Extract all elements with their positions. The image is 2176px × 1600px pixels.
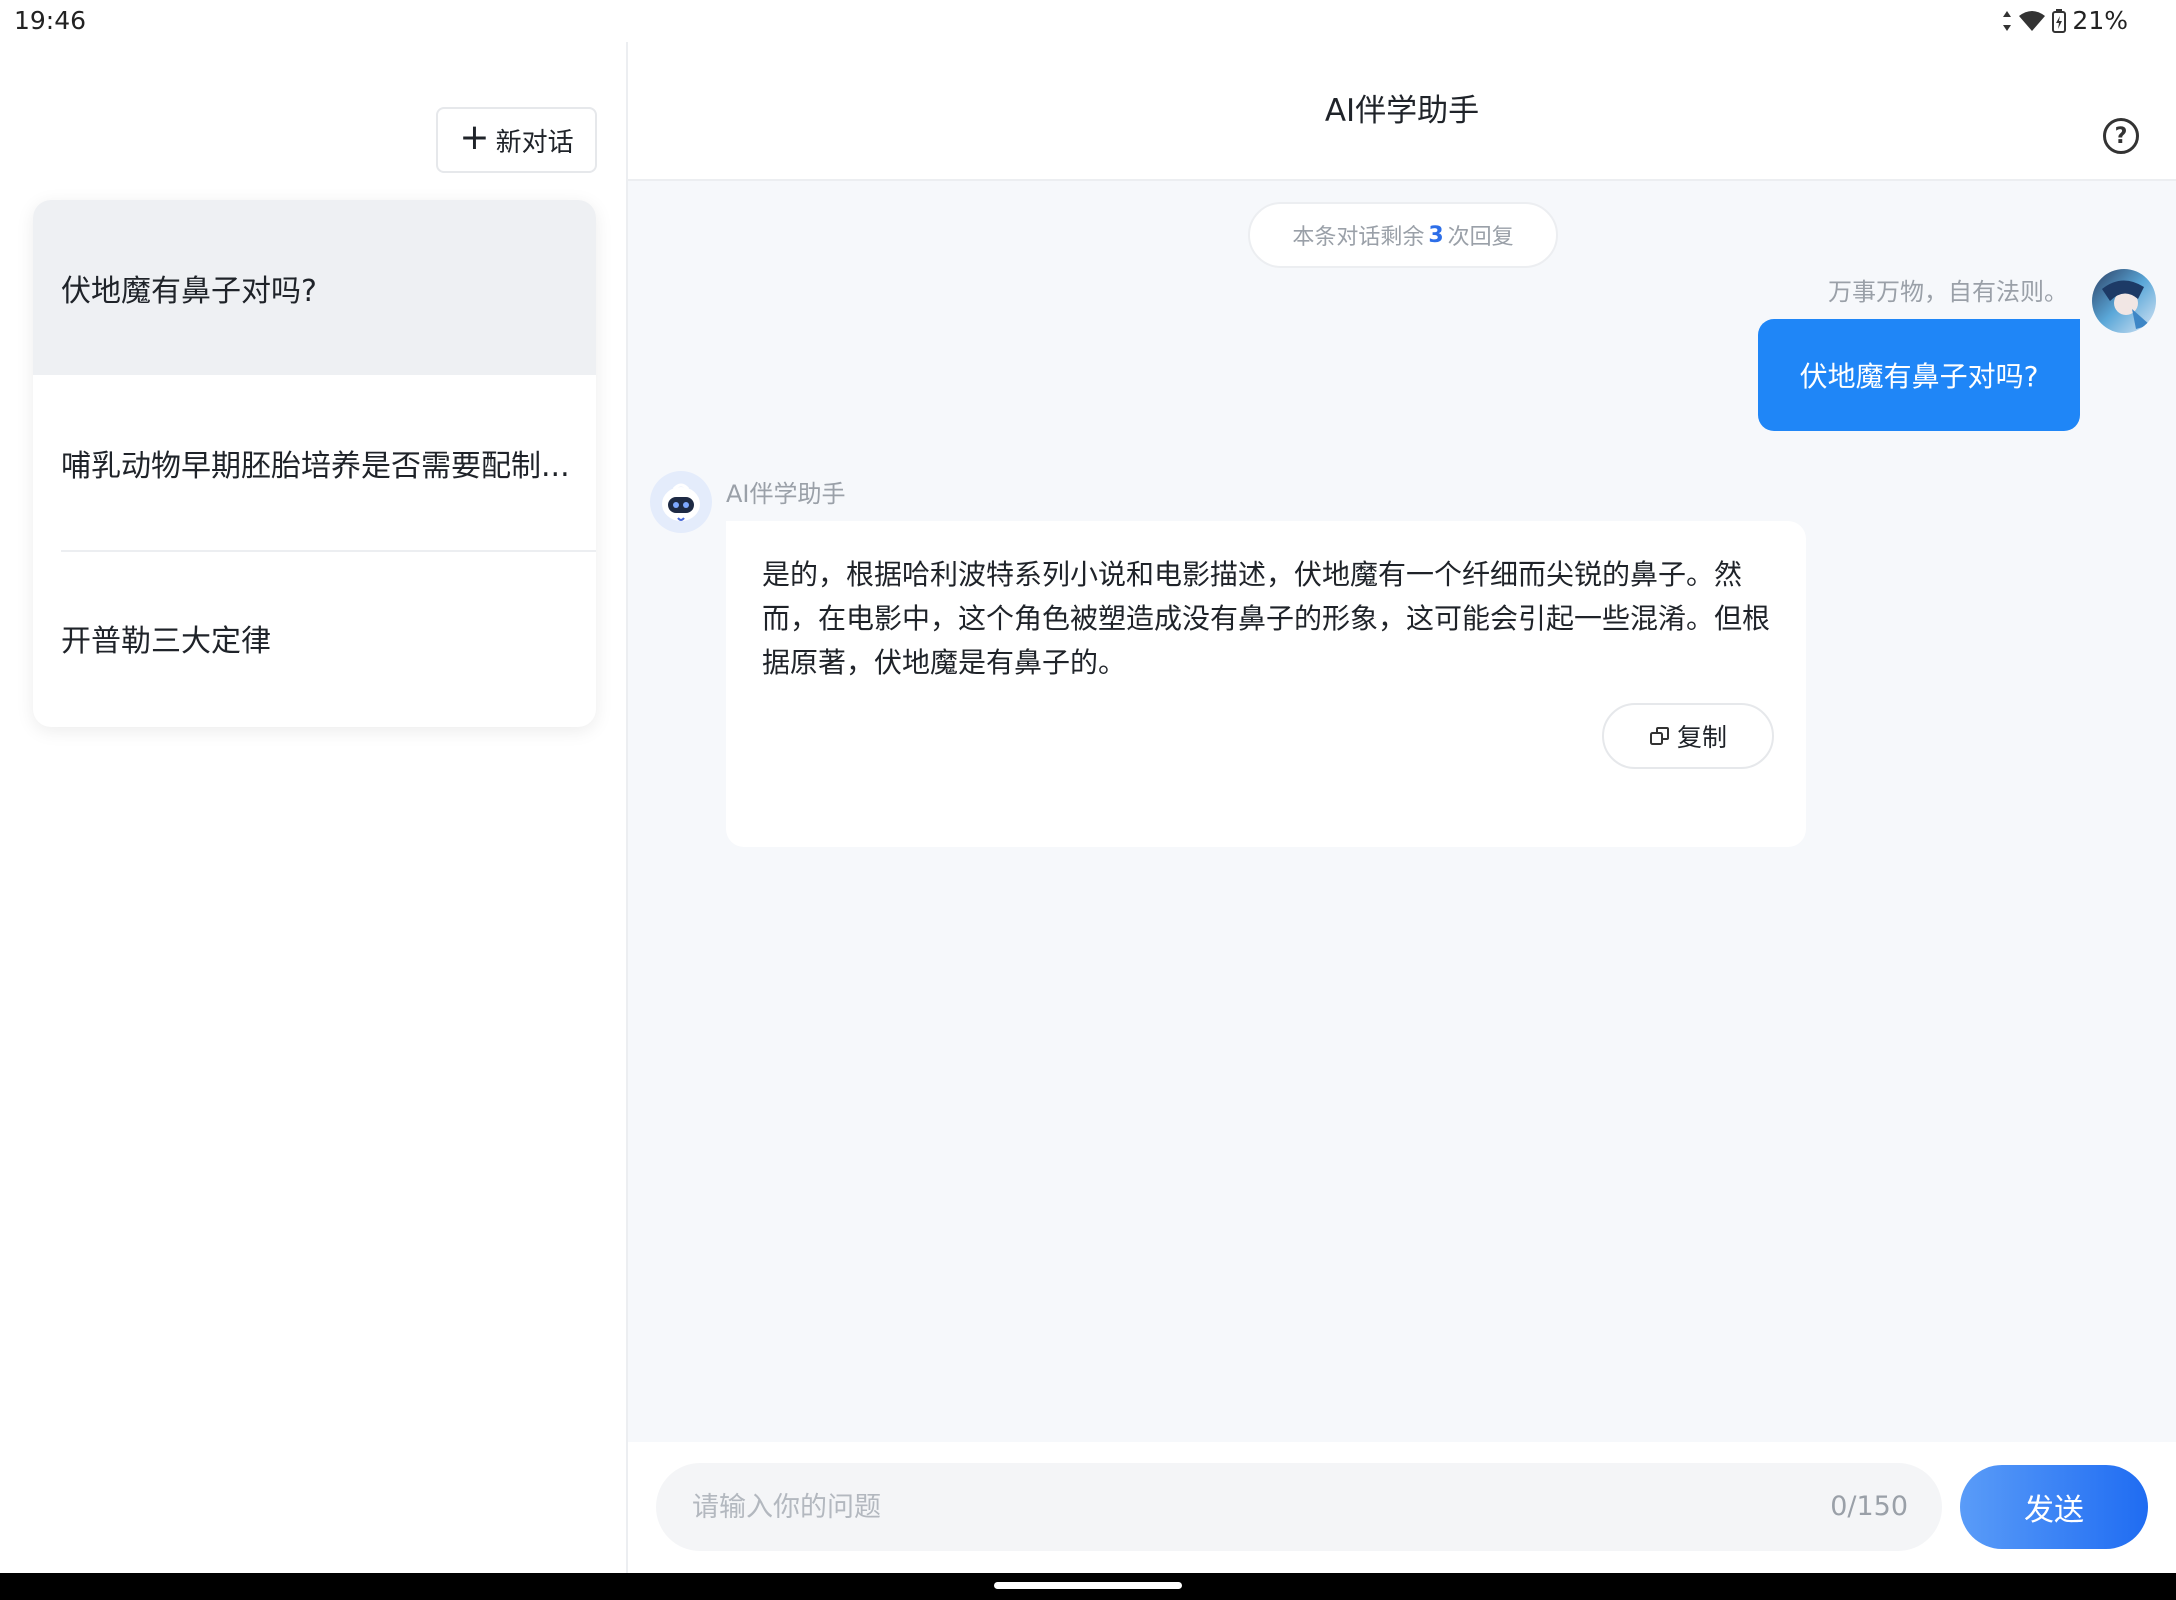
status-time: 19:46 [14, 6, 87, 35]
assistant-avatar [650, 471, 712, 533]
user-message-text: 伏地魔有鼻子对吗? [1799, 360, 2039, 393]
copy-label: 复制 [1676, 723, 1727, 752]
assistant-message-text: 是的，根据哈利波特系列小说和电影描述，伏地魔有一个纤细而尖锐的鼻子。然而，在电影… [762, 558, 1771, 679]
battery-percent: 21% [2072, 6, 2128, 35]
copy-icon [1649, 727, 1669, 745]
send-button[interactable]: 发送 [1960, 1465, 2148, 1549]
question-input-box: 0/150 [656, 1463, 1942, 1551]
character-counter: 0/150 [1830, 1491, 1908, 1522]
remaining-suffix: 次回复 [1447, 225, 1514, 250]
page-title: AI伴学助手 [1324, 93, 1480, 129]
question-input[interactable] [692, 1463, 1692, 1551]
question-circle-icon[interactable]: ? [2103, 118, 2139, 154]
system-nav-bar [0, 1573, 2176, 1600]
assistant-message-bubble: 是的，根据哈利波特系列小说和电影描述，伏地魔有一个纤细而尖锐的鼻子。然而，在电影… [726, 521, 1806, 847]
conversation-sidebar: + 新对话 伏地魔有鼻子对吗? 哺乳动物早期胚胎培养是否需要配制... 开普勒三… [0, 42, 628, 1573]
wifi-icon [2019, 10, 2046, 31]
status-bar: 19:46 21% [0, 0, 2176, 42]
composer: 0/150 发送 [628, 1442, 2176, 1573]
user-message-bubble: 伏地魔有鼻子对吗? [1758, 319, 2080, 431]
robot-icon [662, 483, 700, 521]
data-arrows-icon [2003, 10, 2012, 31]
status-icons: 21% [2002, 6, 2128, 35]
new-chat-label: 新对话 [495, 127, 574, 158]
assistant-name: AI伴学助手 [726, 480, 846, 508]
history-item-title: 伏地魔有鼻子对吗? [61, 273, 317, 309]
user-name: 万事万物，自有法则。 [1828, 278, 2068, 306]
copy-button[interactable]: 复制 [1602, 703, 1774, 769]
new-chat-button[interactable]: + 新对话 [436, 107, 597, 173]
battery-icon [2052, 8, 2067, 33]
chat-panel: AI伴学助手 ? 本条对话剩余 3 次回复 万事万物，自有法则。 伏地魔有鼻子对… [628, 42, 2176, 1573]
history-item[interactable]: 伏地魔有鼻子对吗? [33, 200, 596, 375]
user-avatar[interactable] [2092, 269, 2156, 333]
remaining-count: 3 [1428, 222, 1444, 248]
history-item-title: 哺乳动物早期胚胎培养是否需要配制... [61, 448, 570, 484]
history-item[interactable]: 哺乳动物早期胚胎培养是否需要配制... [33, 375, 596, 550]
remaining-replies-badge: 本条对话剩余 3 次回复 [1248, 202, 1558, 268]
remaining-prefix: 本条对话剩余 [1292, 225, 1425, 250]
plus-icon: + [459, 117, 490, 158]
history-item[interactable]: 开普勒三大定律 [33, 550, 596, 725]
home-gesture-handle[interactable] [994, 1582, 1182, 1589]
history-item-title: 开普勒三大定律 [61, 623, 271, 659]
chat-header: AI伴学助手 ? [628, 42, 2176, 181]
conversation-history-list: 伏地魔有鼻子对吗? 哺乳动物早期胚胎培养是否需要配制... 开普勒三大定律 [33, 200, 596, 727]
